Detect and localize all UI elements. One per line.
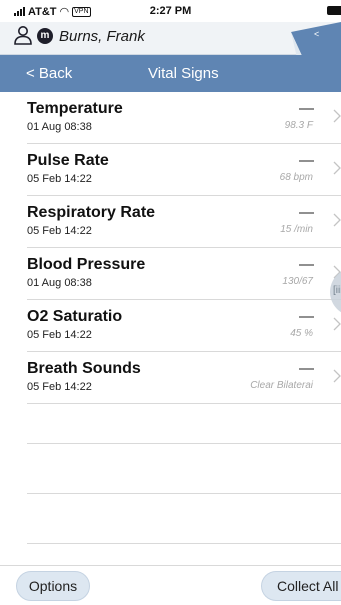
vital-last-value: 98.3 F bbox=[284, 120, 313, 131]
nav-bar: < Back Vital Signs bbox=[0, 55, 341, 92]
vital-date: 05 Feb 14:22 bbox=[27, 173, 92, 185]
status-bar: AT&T ◠ VPN 2:27 PM bbox=[0, 0, 341, 22]
vital-last-value: 15 /min bbox=[280, 224, 313, 235]
vital-row-temperature[interactable]: Temperature 01 Aug 08:38 — 98.3 F bbox=[27, 92, 341, 144]
vital-date: 05 Feb 14:22 bbox=[27, 381, 92, 393]
person-icon bbox=[14, 26, 32, 45]
vital-new-value: — bbox=[299, 256, 314, 273]
patient-header[interactable]: m Burns, Frank < bbox=[0, 22, 341, 58]
vital-date: 01 Aug 08:38 bbox=[27, 277, 92, 289]
options-button[interactable]: Options bbox=[16, 571, 90, 601]
vital-name: Blood Pressure bbox=[27, 256, 146, 273]
vital-name: Respiratory Rate bbox=[27, 204, 156, 221]
vital-name: Pulse Rate bbox=[27, 152, 109, 169]
vital-new-value: — bbox=[299, 308, 314, 325]
chevron-right-icon bbox=[333, 161, 341, 175]
svg-text:<: < bbox=[314, 29, 319, 39]
vital-date: 01 Aug 08:38 bbox=[27, 121, 92, 133]
vital-date: 05 Feb 14:22 bbox=[27, 225, 92, 237]
status-time: 2:27 PM bbox=[149, 5, 192, 17]
vital-name: O2 Saturatio bbox=[27, 308, 123, 325]
bottom-toolbar: Options Collect All bbox=[0, 565, 341, 605]
page-title: Vital Signs bbox=[148, 65, 219, 82]
vital-name: Temperature bbox=[27, 100, 123, 117]
vital-new-value: — bbox=[299, 100, 314, 117]
vital-last-value: 130/67 bbox=[282, 276, 313, 287]
vital-new-value: — bbox=[299, 360, 314, 377]
collect-all-button[interactable]: Collect All bbox=[261, 571, 341, 601]
empty-row-divider bbox=[27, 493, 341, 494]
vital-row-o2-saturation[interactable]: O2 Saturatio 05 Feb 14:22 — 45 % bbox=[27, 300, 341, 352]
chevron-right-icon bbox=[333, 109, 341, 123]
patient-badge: m bbox=[37, 28, 53, 44]
vital-name: Breath Sounds bbox=[27, 360, 141, 377]
empty-row-divider bbox=[27, 543, 341, 544]
vital-row-pulse-rate[interactable]: Pulse Rate 05 Feb 14:22 — 68 bpm bbox=[27, 144, 341, 196]
vital-new-value: — bbox=[299, 152, 314, 169]
vital-row-blood-pressure[interactable]: Blood Pressure 01 Aug 08:38 — 130/67 bbox=[27, 248, 341, 300]
tab-fold-icon[interactable]: < bbox=[291, 22, 341, 58]
vital-date: 05 Feb 14:22 bbox=[27, 329, 92, 341]
vital-new-value: — bbox=[299, 204, 314, 221]
vital-last-value: 68 bpm bbox=[279, 172, 313, 183]
vital-last-value: 45 % bbox=[290, 328, 313, 339]
back-button[interactable]: < Back bbox=[26, 65, 72, 82]
empty-row-divider bbox=[27, 443, 341, 444]
patient-name: Burns, Frank bbox=[59, 28, 145, 45]
vital-row-respiratory-rate[interactable]: Respiratory Rate 05 Feb 14:22 — 15 /min bbox=[27, 196, 341, 248]
chevron-right-icon bbox=[333, 213, 341, 227]
battery-icon bbox=[327, 6, 341, 15]
vital-last-value: Clear Bilaterai bbox=[250, 380, 313, 391]
side-handle-icon: [iii bbox=[333, 285, 341, 296]
vital-row-breath-sounds[interactable]: Breath Sounds 05 Feb 14:22 — Clear Bilat… bbox=[27, 352, 341, 404]
chevron-right-icon bbox=[333, 317, 341, 331]
chevron-right-icon bbox=[333, 369, 341, 383]
vitals-list: Temperature 01 Aug 08:38 — 98.3 F Pulse … bbox=[0, 92, 341, 404]
